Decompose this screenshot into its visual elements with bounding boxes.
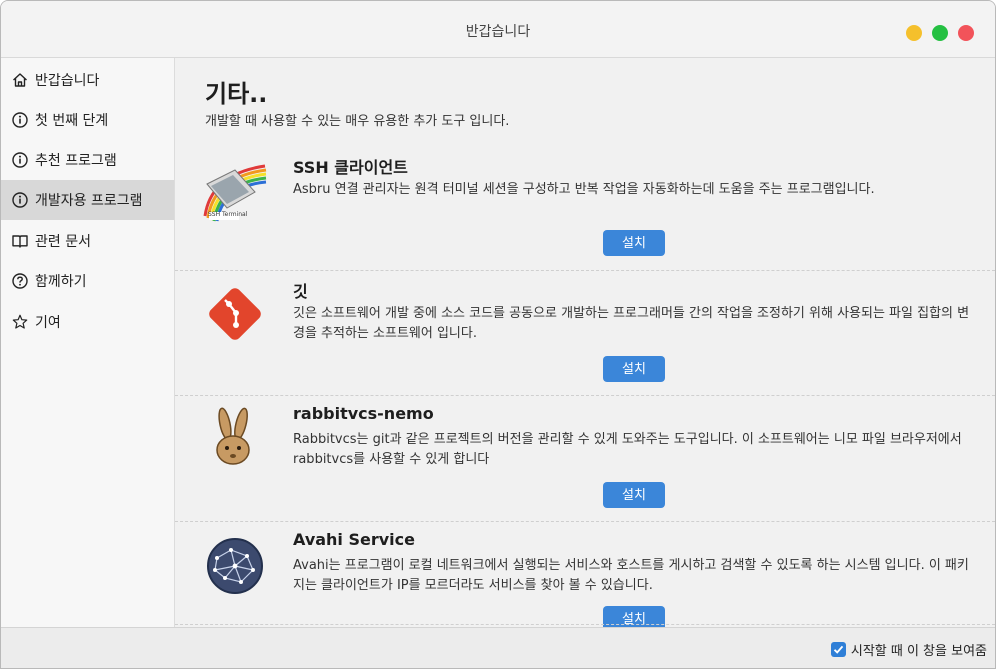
sidebar-item-label: 개발자용 프로그램: [35, 193, 143, 209]
install-button[interactable]: 설치: [603, 230, 665, 256]
rabbit-icon: [203, 406, 267, 470]
sidebar-item-label: 추천 프로그램: [35, 153, 117, 169]
ssh-icon-label: SSH Terminal: [208, 211, 248, 218]
sidebar-item-label: 함께하기: [35, 274, 87, 290]
sidebar-item-label: 첫 번째 단계: [35, 113, 109, 129]
star-icon: [12, 314, 28, 330]
checkbox-checked-icon[interactable]: [830, 642, 846, 657]
sidebar-item-label: 기여: [35, 315, 61, 331]
show-on-startup-checkbox[interactable]: 시작할 때 이 창을 보여줌: [830, 640, 987, 659]
main-content: 기타.. 개발할 때 사용할 수 있는 매우 유용한 추가 도구 입니다. SS…: [175, 58, 995, 627]
separator: [175, 270, 995, 271]
show-on-startup-label: 시작할 때 이 창을 보여줌: [850, 644, 987, 659]
sidebar: 반갑습니다 첫 번째 단계 추천 프로그램 개발자용 프로그램 관련 문서 함께…: [1, 58, 175, 627]
info-circle-icon: [12, 152, 28, 168]
sidebar-item-welcome[interactable]: 반갑습니다: [1, 60, 174, 100]
sidebar-item-recommended[interactable]: 추천 프로그램: [1, 140, 174, 180]
app-description: Asbru 연결 관리자는 원격 터미널 세션을 구성하고 반복 작업을 자동화…: [293, 182, 875, 197]
sidebar-item-documentation[interactable]: 관련 문서: [1, 221, 174, 261]
close-button[interactable]: [958, 25, 974, 41]
app-description: 깃은 소프트웨어 개발 중에 소스 코드를 공동으로 개발하는 프로그래머들 간…: [293, 306, 970, 341]
app-name: rabbitvcs-nemo: [293, 404, 434, 423]
sidebar-item-label: 반갑습니다: [35, 73, 100, 89]
maximize-button[interactable]: [932, 25, 948, 41]
minimize-button[interactable]: [906, 25, 922, 41]
app-name: SSH 클라이언트: [293, 158, 408, 177]
welcome-window: 반갑습니다 반갑습니다 첫 번째 단계 추천 프로그램 개발자용 프로그램 관련…: [0, 0, 996, 669]
sidebar-item-contribute[interactable]: 기여: [1, 302, 174, 342]
info-circle-icon: [12, 192, 28, 208]
app-description: Rabbitvcs는 git과 같은 프로젝트의 버전을 관리할 수 있게 도와…: [293, 432, 962, 467]
title-bar[interactable]: 반갑습니다: [1, 1, 995, 58]
book-icon: [12, 233, 28, 249]
page-description: 개발할 때 사용할 수 있는 매우 유용한 추가 도구 입니다.: [205, 114, 510, 129]
app-name: 깃: [293, 282, 308, 301]
install-button[interactable]: 설치: [603, 356, 665, 382]
sidebar-item-first-steps[interactable]: 첫 번째 단계: [1, 100, 174, 140]
sidebar-item-community[interactable]: 함께하기: [1, 261, 174, 301]
git-icon: [203, 282, 267, 346]
home-icon: [12, 72, 28, 88]
page-title: 기타..: [205, 80, 268, 108]
sidebar-item-developer[interactable]: 개발자용 프로그램: [1, 180, 174, 220]
network-globe-icon: [203, 534, 267, 598]
separator: [175, 624, 995, 625]
help-circle-icon: [12, 273, 28, 289]
window-title: 반갑습니다: [465, 24, 531, 40]
app-description: Avahi는 프로그램이 로컬 네트워크에서 실행되는 서비스와 호스트를 게시…: [293, 558, 969, 593]
install-button[interactable]: 설치: [603, 482, 665, 508]
ssh-terminal-icon: SSH Terminal: [203, 158, 267, 222]
separator: [175, 521, 995, 522]
info-circle-icon: [12, 112, 28, 128]
app-name: Avahi Service: [293, 530, 415, 549]
separator: [175, 395, 995, 396]
footer-bar: 시작할 때 이 창을 보여줌: [1, 627, 995, 668]
sidebar-item-label: 관련 문서: [35, 234, 91, 250]
